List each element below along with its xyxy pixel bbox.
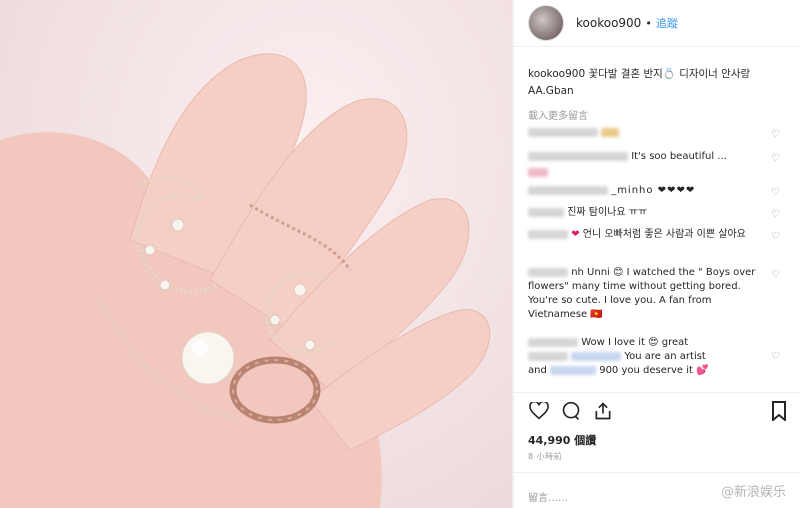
caption: kookoo900 꽃다발 결혼 반지💍 디자이너 안사랑 AA.Gban bbox=[528, 68, 751, 97]
username[interactable]: kookoo900 bbox=[576, 16, 641, 30]
comment-item: nh Unni 😊 I watched the " Boys over flow… bbox=[528, 266, 780, 322]
follow-button[interactable]: 追蹤 bbox=[656, 15, 678, 31]
comment-item: _minho ❤❤❤❤ ♡ bbox=[528, 184, 780, 198]
comment-item: ♡ bbox=[528, 126, 780, 140]
load-more-comments[interactable]: 載入更多留言 bbox=[528, 107, 588, 122]
blurred-username bbox=[528, 185, 608, 195]
action-bar bbox=[528, 400, 790, 424]
separator-dot: • bbox=[645, 16, 652, 30]
comment-item bbox=[528, 166, 768, 180]
header-divider bbox=[514, 46, 800, 47]
comment-like-icon[interactable]: ♡ bbox=[771, 186, 780, 200]
blurred-username bbox=[528, 127, 598, 137]
comment-item: ❤ 언니 오빠처럼 좋은 사람과 이쁜 살아요 ♡ bbox=[528, 228, 780, 242]
avatar[interactable] bbox=[528, 5, 564, 41]
comment-item: It's soo beautiful ... ♡ bbox=[528, 150, 780, 164]
post-timestamp: 8 小時前 bbox=[528, 452, 563, 461]
comment-item: 진짜 탐이나요 ㅠㅠ ♡ bbox=[528, 206, 780, 220]
comment-text: _minho ❤❤❤❤ bbox=[611, 185, 696, 196]
comment-like-icon[interactable]: ♡ bbox=[771, 152, 780, 166]
blurred-username bbox=[528, 151, 628, 161]
bookmark-icon[interactable] bbox=[768, 400, 790, 422]
comment-text: You are an artist bbox=[624, 351, 706, 362]
comment-icon[interactable] bbox=[560, 400, 582, 422]
comment-like-icon[interactable]: ♡ bbox=[771, 350, 780, 364]
blurred-username bbox=[528, 267, 568, 277]
comment-like-icon[interactable]: ♡ bbox=[771, 128, 780, 142]
comment-text: and bbox=[528, 365, 547, 376]
comment-text: Wow I love it 😍 great bbox=[581, 337, 689, 348]
comment-like-icon[interactable]: ♡ bbox=[771, 268, 780, 282]
comment-text: 900 you deserve it 💕 bbox=[599, 365, 709, 376]
blurred-mention bbox=[571, 351, 622, 361]
heart-icon[interactable] bbox=[528, 400, 550, 422]
comment-item: Wow I love it 😍 great You are an artist … bbox=[528, 336, 780, 378]
comment-text: 진짜 탐이나요 ㅠㅠ bbox=[567, 207, 648, 218]
blurred-emoji bbox=[528, 167, 548, 177]
comment-like-icon[interactable]: ♡ bbox=[771, 208, 780, 222]
blurred-username bbox=[528, 337, 578, 347]
actions-divider bbox=[514, 392, 800, 393]
comment-like-icon[interactable]: ♡ bbox=[771, 230, 780, 244]
post-header: kookoo900 • 追蹤 bbox=[528, 5, 678, 41]
comment-text: It's soo beautiful ... bbox=[631, 151, 727, 162]
hand-with-jewelry-image bbox=[0, 53, 491, 508]
heart-emoji: ❤ bbox=[571, 229, 580, 240]
likes-count[interactable]: 44,990 個讚 bbox=[528, 432, 596, 448]
blurred-emoji bbox=[601, 127, 620, 137]
post-photo[interactable] bbox=[0, 0, 512, 508]
comment-text: 언니 오빠처럼 좋은 사람과 이쁜 살아요 bbox=[582, 229, 746, 240]
blurred-mention bbox=[550, 365, 597, 375]
share-icon[interactable] bbox=[592, 400, 614, 422]
blurred-username bbox=[528, 207, 564, 217]
add-comment-input[interactable]: 留言…… bbox=[528, 489, 568, 504]
comment-divider bbox=[514, 472, 800, 473]
post-side-panel: kookoo900 • 追蹤 kookoo900 꽃다발 결혼 반지💍 디자이너… bbox=[514, 0, 800, 508]
blurred-username bbox=[528, 351, 568, 361]
blurred-username bbox=[528, 229, 568, 239]
watermark: @新浪娱乐 bbox=[720, 485, 786, 500]
